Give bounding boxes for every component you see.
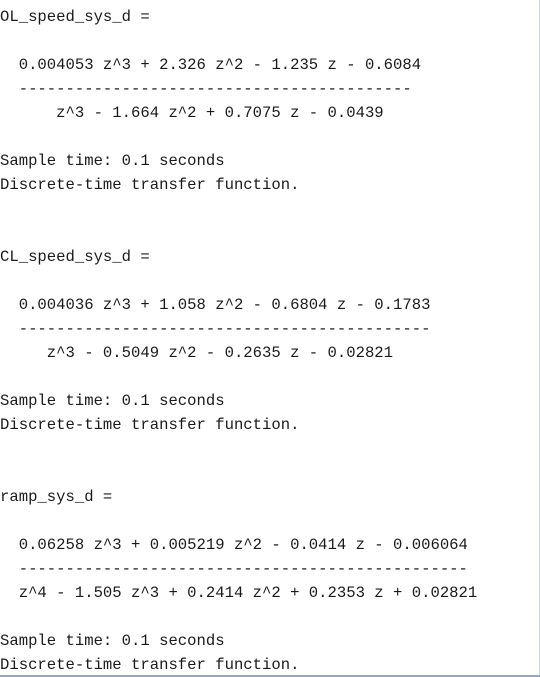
tf-numerator: 0.004036 z^3 + 1.058 z^2 - 0.6804 z - 0.…: [0, 296, 431, 314]
tf-fraction-bar: ----------------------------------------…: [0, 320, 431, 338]
sample-time-text: Sample time: 0.1 seconds: [0, 152, 225, 170]
tf-numerator: 0.06258 z^3 + 0.005219 z^2 - 0.0414 z - …: [0, 536, 468, 554]
sample-time-text: Sample time: 0.1 seconds: [0, 392, 225, 410]
variable-header: CL_speed_sys_d =: [0, 248, 150, 266]
tf-fraction-bar: ----------------------------------------…: [0, 80, 412, 98]
tf-denominator: z^3 - 0.5049 z^2 - 0.2635 z - 0.02821: [0, 344, 394, 362]
tf-denominator: z^4 - 1.505 z^3 + 0.2414 z^2 + 0.2353 z …: [0, 584, 478, 602]
tf-numerator: 0.004053 z^3 + 2.326 z^2 - 1.235 z - 0.6…: [0, 56, 422, 74]
tf-description: Discrete-time transfer function.: [0, 416, 300, 434]
command-window-output: OL_speed_sys_d = 0.004053 z^3 + 2.326 z^…: [0, 0, 540, 677]
variable-header: ramp_sys_d =: [0, 488, 113, 506]
tf-description: Discrete-time transfer function.: [0, 656, 300, 674]
tf-description: Discrete-time transfer function.: [0, 176, 300, 194]
sample-time-text: Sample time: 0.1 seconds: [0, 632, 225, 650]
tf-fraction-bar: ----------------------------------------…: [0, 560, 468, 578]
tf-denominator: z^3 - 1.664 z^2 + 0.7075 z - 0.0439: [0, 104, 384, 122]
variable-header: OL_speed_sys_d =: [0, 8, 150, 26]
